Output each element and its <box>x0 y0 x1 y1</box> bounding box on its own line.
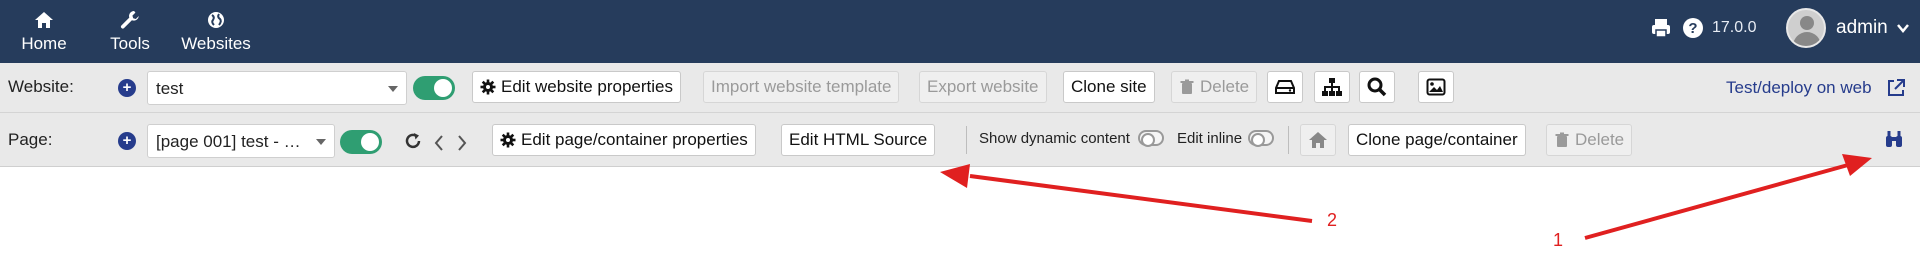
avatar[interactable] <box>1786 8 1826 48</box>
page-select-value: [page 001] test - … <box>156 132 301 151</box>
edit-inline-toggle[interactable] <box>1248 130 1274 147</box>
website-label: Website: <box>8 77 74 96</box>
clone-site-label: Clone site <box>1071 77 1147 96</box>
media-button[interactable] <box>1418 71 1454 103</box>
nav-home[interactable]: Home <box>18 0 70 63</box>
page-label: Page: <box>8 130 53 149</box>
page-select[interactable]: [page 001] test - … <box>147 124 335 158</box>
chevron-down-icon[interactable] <box>1896 21 1910 35</box>
clone-page-button[interactable]: Clone page/container <box>1348 124 1526 156</box>
set-homepage-button[interactable] <box>1300 124 1336 156</box>
show-dynamic-content-toggle[interactable] <box>1138 130 1164 147</box>
hard-drive-icon <box>1275 80 1295 94</box>
edit-page-properties-label: Edit page/container properties <box>521 130 748 149</box>
divider <box>1288 126 1289 154</box>
add-page-icon[interactable]: + <box>118 132 136 150</box>
nav-websites[interactable]: Websites <box>180 0 252 63</box>
refresh-icon[interactable] <box>403 131 423 151</box>
edit-website-properties-label: Edit website properties <box>501 77 673 96</box>
trash-icon <box>1180 79 1194 94</box>
search-icon <box>1367 77 1387 97</box>
delete-website-label: Delete <box>1200 77 1250 96</box>
add-website-icon[interactable]: + <box>118 79 136 97</box>
external-link-icon[interactable] <box>1886 78 1906 98</box>
website-select[interactable]: test <box>147 71 407 105</box>
wrench-icon <box>120 10 139 29</box>
edit-inline-label: Edit inline <box>1177 130 1243 147</box>
chevron-left-icon[interactable] <box>432 133 446 153</box>
import-website-template-label: Import website template <box>711 77 892 96</box>
edit-html-source-label: Edit HTML Source <box>789 130 928 149</box>
image-icon <box>1426 78 1446 96</box>
home-icon <box>1309 132 1327 148</box>
top-navbar: Home Tools Websites ? 17.0.0 admin <box>0 0 1920 63</box>
website-select-value: test <box>156 79 184 98</box>
edit-page-properties-button[interactable]: Edit page/container properties <box>492 124 756 156</box>
nav-tools[interactable]: Tools <box>106 0 154 63</box>
import-website-template-button[interactable]: Import website template <box>703 71 900 103</box>
sitemap-button[interactable] <box>1314 71 1350 103</box>
nav-websites-label: Websites <box>181 33 251 53</box>
user-name[interactable]: admin <box>1836 17 1888 39</box>
annotation-label-2: 2 <box>1327 210 1338 230</box>
binoculars-icon[interactable] <box>1884 129 1904 149</box>
gear-icon <box>480 79 496 95</box>
divider <box>966 126 967 154</box>
edit-html-source-button[interactable]: Edit HTML Source <box>781 124 936 156</box>
caret-down-icon <box>388 86 398 92</box>
nav-home-label: Home <box>21 33 67 53</box>
chevron-right-icon[interactable] <box>455 133 469 153</box>
edit-website-properties-button[interactable]: Edit website properties <box>472 71 681 103</box>
globe-icon <box>208 11 224 28</box>
version-label: 17.0.0 <box>1712 19 1757 36</box>
deploy-link[interactable]: Test/deploy on web <box>1726 78 1872 98</box>
gear-icon <box>500 132 516 148</box>
trash-icon <box>1555 132 1569 147</box>
delete-page-label: Delete <box>1575 130 1625 149</box>
hard-drive-button[interactable] <box>1267 71 1303 103</box>
home-icon <box>35 11 53 28</box>
nav-tools-label: Tools <box>110 33 150 53</box>
delete-website-button[interactable]: Delete <box>1171 71 1258 103</box>
annotation-label-1: 1 <box>1553 230 1564 250</box>
export-website-button[interactable]: Export website <box>919 71 1047 103</box>
website-status-toggle[interactable] <box>413 76 455 100</box>
sitemap-icon <box>1322 78 1342 96</box>
svg-text:?: ? <box>1688 20 1697 37</box>
search-button[interactable] <box>1359 71 1395 103</box>
clone-page-label: Clone page/container <box>1356 130 1518 149</box>
caret-down-icon <box>316 139 326 145</box>
arrow-2 <box>940 164 1313 223</box>
printer-icon[interactable] <box>1650 17 1672 39</box>
delete-page-button[interactable]: Delete <box>1546 124 1633 156</box>
export-website-label: Export website <box>927 77 1039 96</box>
show-dynamic-content-label: Show dynamic content <box>979 130 1130 147</box>
clone-site-button[interactable]: Clone site <box>1063 71 1155 103</box>
help-icon[interactable]: ? <box>1682 17 1704 39</box>
page-status-toggle[interactable] <box>340 130 382 154</box>
